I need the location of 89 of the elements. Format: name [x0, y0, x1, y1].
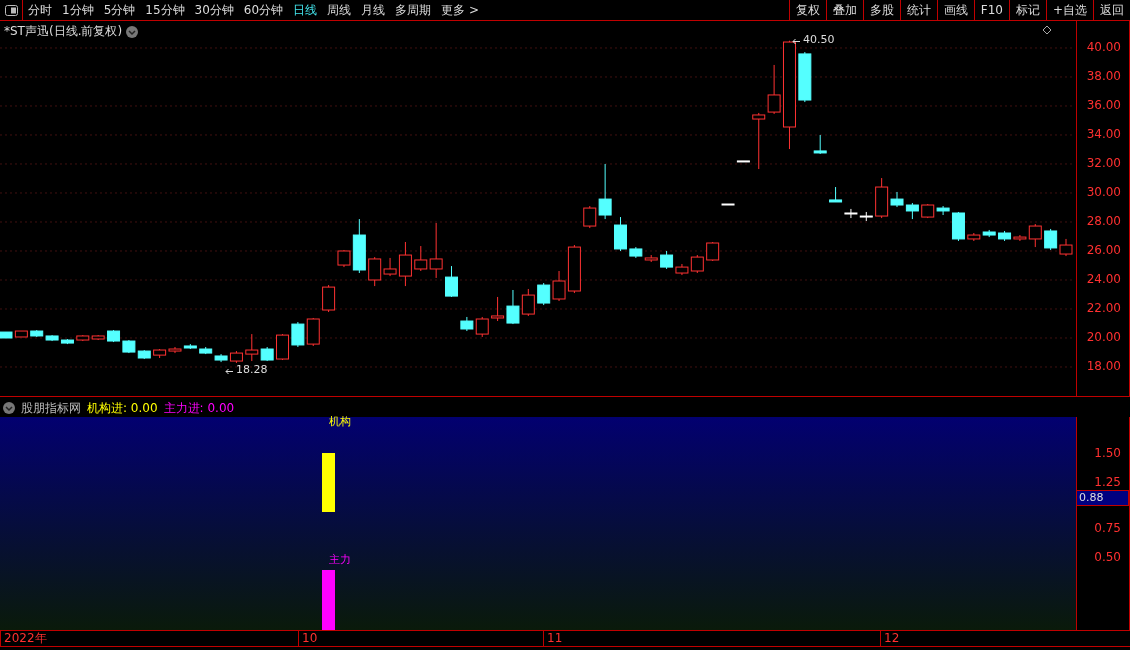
period-tab[interactable]: 日线 [288, 0, 323, 20]
period-tab[interactable]: 30分钟 [189, 0, 239, 20]
indicator-axis-label: 1.50 [1094, 445, 1122, 462]
candle [1044, 228, 1058, 251]
period-tab[interactable]: 月线 [356, 0, 391, 20]
period-tab[interactable]: 5分钟 [98, 0, 141, 20]
toolbar-button[interactable]: 叠加 [825, 0, 863, 20]
candle [291, 321, 305, 348]
period-tab[interactable]: 1分钟 [57, 0, 99, 20]
time-axis-label: 11 [543, 631, 563, 646]
high-price-label: 40.50 [803, 33, 835, 46]
candle [982, 229, 996, 238]
candle [199, 346, 213, 355]
toolbar-button[interactable]: 返回 [1093, 0, 1130, 20]
candle [721, 203, 735, 206]
candle [107, 329, 121, 343]
candle [276, 333, 289, 361]
candle [905, 202, 919, 220]
arrow-icon [225, 368, 234, 375]
time-axis-label: 2022年 [0, 631, 47, 646]
price-axis-label: 22.00 [1086, 300, 1122, 317]
dropdown-icon[interactable] [3, 402, 15, 414]
indicator-name: 股朋指标网 [21, 399, 81, 417]
candle [137, 349, 151, 360]
candle [122, 339, 136, 354]
price-axis-label: 36.00 [1086, 97, 1122, 114]
candle [306, 317, 320, 347]
candle [752, 112, 766, 170]
price-axis-label: 24.00 [1086, 271, 1122, 288]
price-axis-label: 20.00 [1086, 329, 1122, 346]
bar-label: 机构 [329, 414, 351, 429]
price-axis-label: 18.00 [1086, 358, 1122, 375]
current-value-label: 0.88 [1076, 490, 1129, 506]
candle [798, 51, 812, 103]
candle [445, 265, 458, 298]
candle [475, 316, 489, 338]
price-axis-label: 32.00 [1086, 155, 1122, 172]
price-axis-label: 28.00 [1086, 213, 1122, 230]
toolbar-button[interactable]: 复权 [788, 0, 826, 20]
period-tab[interactable]: 更多 > [436, 0, 484, 20]
candle [813, 134, 827, 155]
indicator-axis-label: 0.75 [1094, 520, 1122, 537]
dropdown-icon[interactable] [126, 25, 139, 38]
price-axis-label: 26.00 [1086, 242, 1122, 259]
candle [214, 353, 228, 363]
indicator-axis-label: 0.50 [1094, 549, 1122, 566]
period-tab[interactable]: 60分钟 [238, 0, 289, 20]
toolbar-button[interactable]: 标记 [1008, 0, 1046, 20]
price-axis-label: 38.00 [1086, 68, 1122, 85]
candle [859, 211, 873, 222]
indicator-legend: 机构进: 0.00 [87, 399, 158, 417]
toolbar-button[interactable]: F10 [973, 0, 1009, 20]
toolbar-button[interactable]: 统计 [899, 0, 937, 20]
candle [767, 64, 781, 115]
candle [844, 208, 858, 219]
candle [322, 284, 336, 313]
price-axis-label: 34.00 [1086, 126, 1122, 143]
candle [491, 296, 505, 322]
chart-title: *ST声迅(日线.前复权) [4, 23, 123, 40]
candle [537, 282, 551, 306]
diamond-icon[interactable] [1042, 25, 1052, 35]
toolbar-button[interactable]: +自选 [1045, 0, 1093, 20]
candle [829, 186, 843, 203]
candle [229, 350, 243, 364]
candle [736, 160, 750, 163]
period-tab[interactable]: 周线 [322, 0, 357, 20]
time-axis-label: 10 [298, 631, 318, 646]
candle [706, 241, 720, 262]
period-tab[interactable]: 15分钟 [140, 0, 190, 20]
price-axis-label: 30.00 [1086, 184, 1122, 201]
candle [614, 216, 627, 252]
candle [967, 232, 981, 242]
candle [1059, 238, 1073, 257]
toolbar-button[interactable]: 多股 [862, 0, 900, 20]
bar-label: 主力 [329, 552, 351, 567]
candle [153, 348, 167, 359]
panel-toggle-icon[interactable] [4, 4, 18, 16]
indicator-legend: 主力进: 0.00 [163, 399, 235, 417]
period-tab[interactable]: 分时 [23, 0, 57, 20]
candle [30, 329, 44, 338]
candle [521, 288, 535, 317]
toolbar-button[interactable]: 画线 [936, 0, 974, 20]
candle [506, 289, 520, 325]
price-axis-label: 40.00 [1086, 39, 1122, 56]
arrow-icon [792, 38, 801, 45]
period-tab[interactable]: 多周期 [390, 0, 437, 20]
candle [460, 316, 474, 332]
time-axis-label: 12 [880, 631, 900, 646]
low-price-label: 18.28 [236, 363, 268, 376]
